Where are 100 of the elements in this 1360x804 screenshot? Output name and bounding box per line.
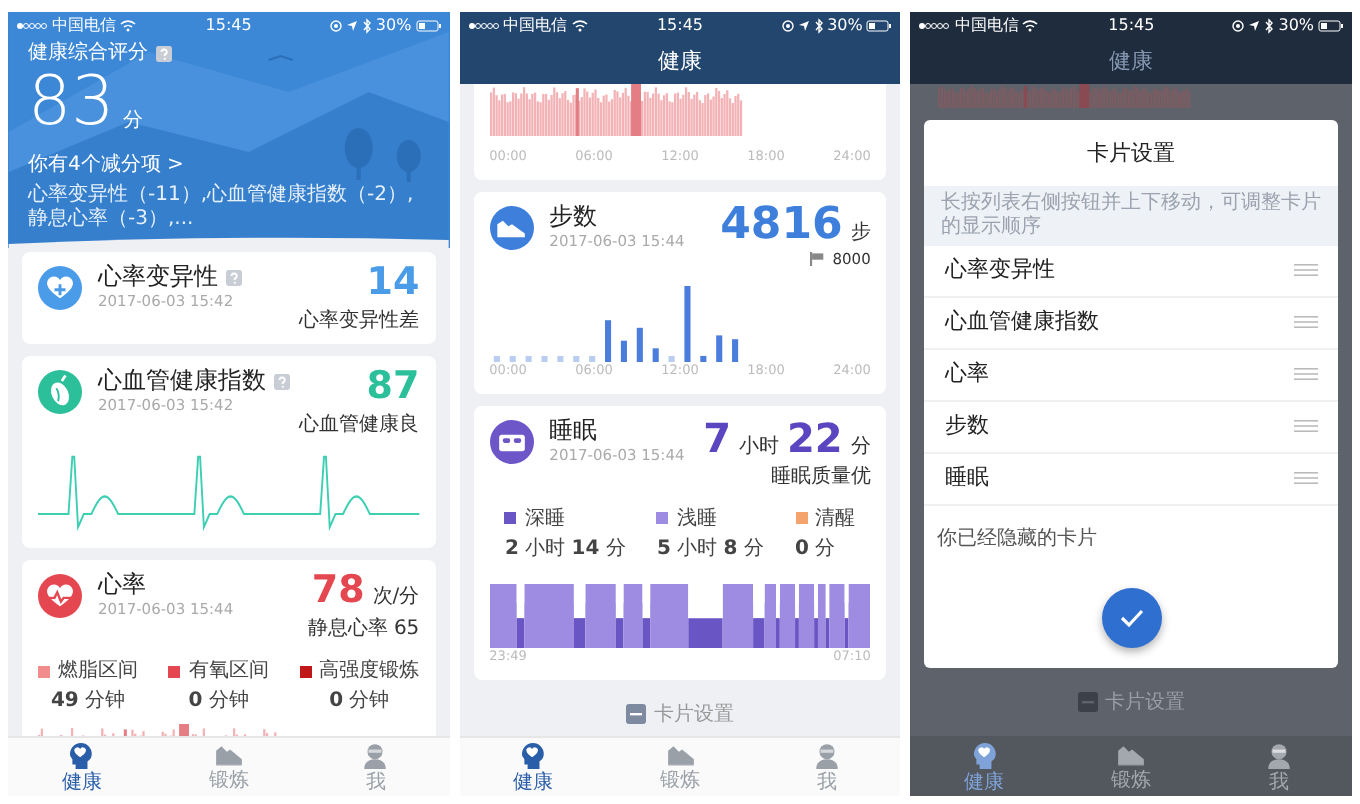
tab-button[interactable]: 健康 <box>459 738 607 796</box>
battery-icon <box>1318 19 1345 31</box>
bluetooth-icon <box>1264 17 1275 33</box>
metric-value: 78 <box>311 572 365 610</box>
legend-label: 深睡 <box>524 505 565 534</box>
sleep-duration: 2 小时 14 分 <box>504 535 626 564</box>
heart-pulse-icon <box>38 574 82 619</box>
location-icon <box>1248 19 1261 31</box>
signal-icon <box>918 21 951 29</box>
drag-handle-icon[interactable] <box>1294 316 1319 328</box>
metric-note: 心率变异性差 <box>299 310 420 332</box>
step-count: 4816 <box>720 203 843 248</box>
signal-icon <box>16 21 48 29</box>
person-icon <box>362 741 389 769</box>
tab-button[interactable]: 锻炼 <box>606 738 754 796</box>
bluetooth-icon <box>813 17 824 33</box>
zone-duration: 0 分钟 <box>186 687 251 716</box>
card-name: 睡眠 <box>944 461 989 494</box>
deductions-link[interactable]: 你有4个减分项 > <box>28 150 184 180</box>
metric-note: 静息心率 65 <box>307 618 420 640</box>
confirm-button[interactable] <box>1101 587 1162 647</box>
zone-duration: 49 分钟 <box>48 687 128 716</box>
drag-handle-icon[interactable] <box>1294 264 1319 276</box>
legend-label: 清醒 <box>815 505 856 534</box>
battery-level: 30% <box>827 13 863 37</box>
hidden-cards-label: 你已经隐藏的卡片 <box>934 525 1099 553</box>
screen-title: 健康 <box>1107 46 1156 78</box>
card-title: 步数 <box>549 203 598 230</box>
score-value: 83 <box>28 68 115 136</box>
time-unit: 小时 <box>739 435 779 458</box>
drag-handle-icon[interactable] <box>1294 472 1319 484</box>
metric-value: 87 <box>366 368 420 406</box>
card-list-item[interactable]: 步数 <box>924 401 1339 453</box>
head-heart-icon <box>971 741 998 769</box>
card-list-item[interactable]: 心率变异性 <box>924 245 1339 297</box>
card-name: 心血管健康指数 <box>944 305 1099 338</box>
leaf-icon <box>38 370 82 415</box>
target-icon <box>781 19 794 31</box>
zone-label: 高强度锻炼 <box>319 657 420 686</box>
tab-button[interactable]: 健康 <box>8 738 156 796</box>
zone-label: 燃脂区间 <box>58 657 138 686</box>
card-settings-button[interactable]: 卡片设置 <box>618 691 742 736</box>
battery-level: 30% <box>375 13 412 37</box>
screen-title: 健康 <box>656 46 704 78</box>
card-list-item[interactable]: 心率 <box>924 349 1339 401</box>
card-settings-icon <box>1077 692 1098 712</box>
carrier-name: 中国电信 <box>954 13 1019 37</box>
bluetooth-icon <box>361 17 372 33</box>
score-label: 健康综合评分 <box>28 39 148 68</box>
tab-button[interactable]: 锻炼 <box>1057 738 1205 796</box>
step-unit: 步 <box>850 221 871 244</box>
sleep-minutes: 22 <box>787 417 843 458</box>
instruction-text: 长按列表右侧按钮并上下移动，可调整卡片的显示顺序 <box>924 185 1339 245</box>
clock-time: 15:45 <box>656 13 704 37</box>
card-title: 心率 <box>98 572 146 599</box>
card-title: 心血管健康指数 <box>98 368 266 395</box>
card-name: 心率 <box>944 357 989 390</box>
zone-label: 有氧区间 <box>188 658 269 686</box>
tab-button[interactable]: 锻炼 <box>155 738 303 796</box>
wifi-icon <box>120 19 136 31</box>
target-icon <box>1232 19 1245 31</box>
battery-icon <box>866 19 893 31</box>
wifi-icon <box>571 19 588 31</box>
carrier-name: 中国电信 <box>503 13 568 37</box>
deductions-detail: 心率变异性（-11）,心血管健康指数（-2）,静息心率（-3）,... <box>28 184 416 230</box>
sleep-quality: 睡眠质量优 <box>768 465 871 488</box>
card-title: 睡眠 <box>549 417 598 444</box>
tab-button[interactable]: 健康 <box>910 738 1058 796</box>
sleep-hours: 7 <box>703 417 731 458</box>
drag-handle-icon[interactable] <box>1294 368 1319 380</box>
card-title: 心率变异性 <box>98 264 218 291</box>
battery-icon <box>415 19 442 31</box>
signal-icon <box>467 21 500 29</box>
location-icon <box>797 19 810 31</box>
metric-note: 心血管健康良 <box>299 414 420 436</box>
zone-duration: 0 分钟 <box>327 687 392 716</box>
metric-value: 14 <box>366 264 420 302</box>
sleep-duration: 0 分 <box>795 535 838 564</box>
metric-unit: 次/分 <box>372 586 420 608</box>
tab-button[interactable]: 我 <box>753 738 901 796</box>
person-icon <box>814 741 841 769</box>
card-name: 步数 <box>944 409 989 442</box>
flag-icon <box>810 251 825 266</box>
sleep-duration: 5 小时 8 分 <box>656 535 764 564</box>
card-list-item[interactable]: 睡眠 <box>924 453 1339 505</box>
dialog-title: 卡片设置 <box>1085 138 1178 170</box>
person-icon <box>1265 741 1292 769</box>
time-unit: 分 <box>850 435 871 458</box>
card-list-item[interactable]: 心血管健康指数 <box>924 297 1339 349</box>
carrier-name: 中国电信 <box>52 13 116 37</box>
card-settings-button[interactable]: 卡片设置 <box>1069 679 1194 725</box>
target-icon <box>329 19 342 31</box>
tab-button[interactable]: 我 <box>1204 738 1353 796</box>
score-unit: 分 <box>122 108 143 136</box>
tab-button[interactable]: 我 <box>302 738 450 796</box>
drag-handle-icon[interactable] <box>1294 420 1319 432</box>
clock-time: 15:45 <box>1108 13 1155 37</box>
card-name: 心率变异性 <box>944 253 1055 286</box>
clock-time: 15:45 <box>205 13 252 37</box>
check-icon <box>1119 607 1144 627</box>
